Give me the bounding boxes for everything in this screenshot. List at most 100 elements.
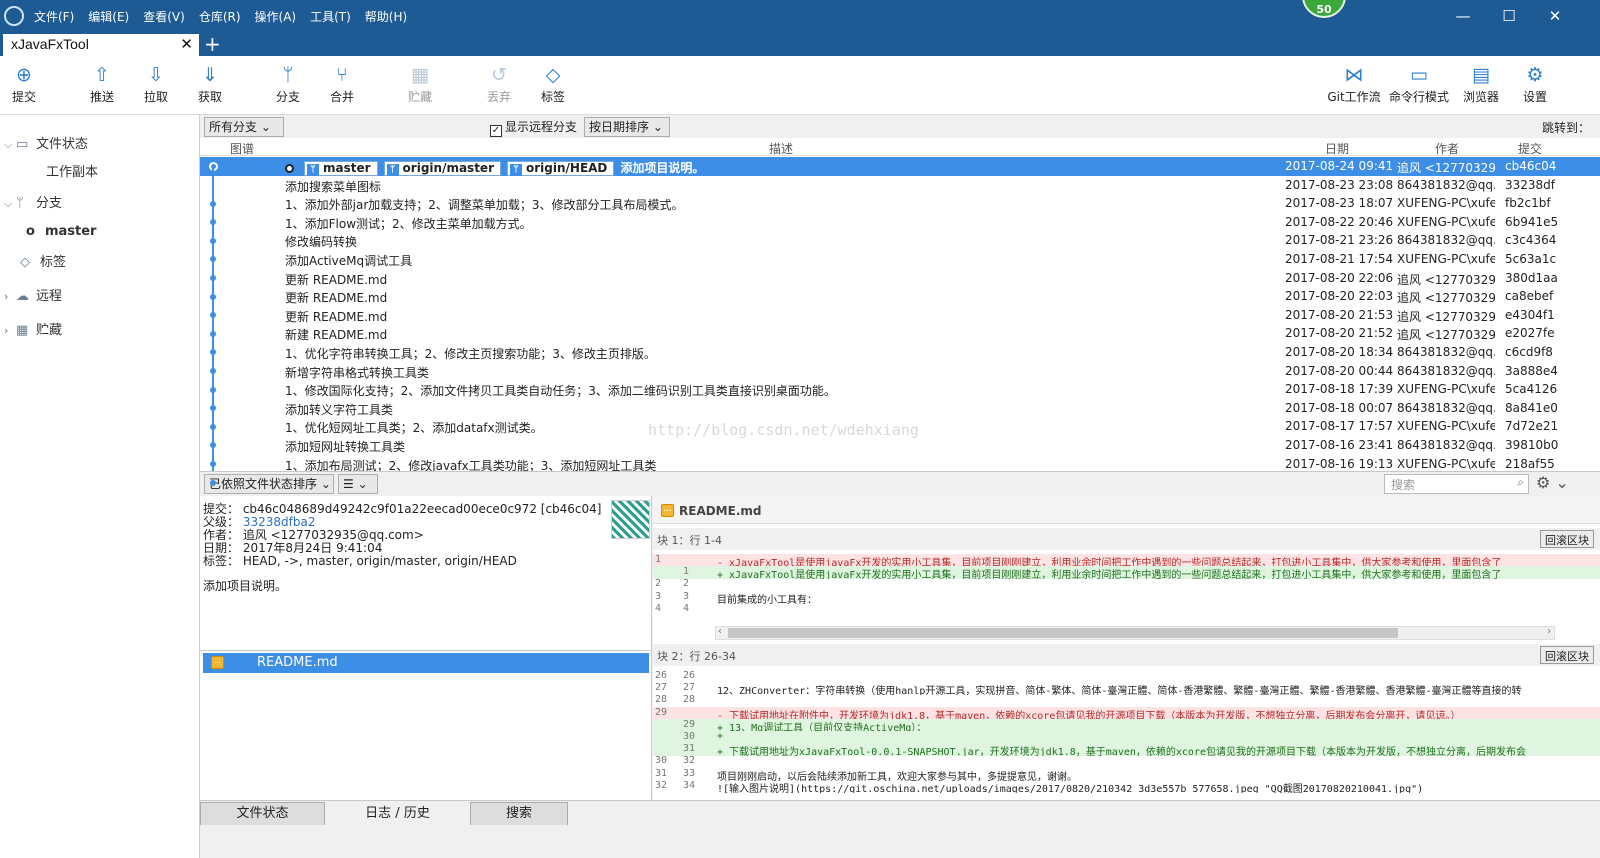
revert-hunk-button[interactable]: 回滚区块 [1540,530,1594,548]
menu-help[interactable]: 帮助(H) [365,8,407,25]
scroll-left-icon[interactable]: ‹ [717,626,723,637]
commit-date: 2017-08-21 23:26 [1285,233,1394,248]
commit-row[interactable]: 更新 README.md 2017-08-20 22:06 追风 <12770329… [200,269,1600,288]
commit-description: 添加短网址转换工具类 [285,439,406,454]
commit-hash: c3c4364 [1505,233,1557,248]
sidebar-file-status[interactable]: ⌵ ▭ 文件状态 [0,133,88,157]
horizontal-scrollbar[interactable]: ‹ › [715,626,1555,640]
commit-row[interactable]: 更新 README.md 2017-08-20 22:03 追风 <12770329… [200,287,1600,306]
menu-repository[interactable]: 仓库(R) [199,8,241,25]
browser-button[interactable]: ▤ 浏览器 [1453,62,1509,105]
revert-hunk-button[interactable]: 回滚区块 [1540,646,1594,664]
sidebar-branches[interactable]: ⌵ ᛘ 分支 [0,192,62,216]
col-description[interactable]: 描述 [769,140,793,157]
search-input[interactable]: 搜索 ⌕ [1384,474,1529,494]
scroll-right-icon[interactable]: › [1546,626,1552,637]
sidebar-tags[interactable]: ◇ 标签 [20,251,66,275]
menu-file[interactable]: 文件(F) [34,8,74,25]
file-row[interactable]: ... README.md [203,653,649,673]
chevron-down-icon[interactable]: ⌵ [4,133,16,157]
file-sort-bar: 已依照文件状态排序 ⌄ ☰ ⌄ 搜索 ⌕ ⚙ ⌄ [200,471,1600,496]
sidebar-branch-master[interactable]: o master [26,220,96,244]
gitflow-button[interactable]: ⋈ Git工作流 [1322,62,1386,105]
pull-button[interactable]: ⇩ 拉取 [128,62,184,105]
diff-line: 1 + xJavaFxTool是使用javaFx开发的实用小工具集，目前项目刚刚建… [653,566,1600,580]
merge-button[interactable]: ⑂ 合并 [314,62,370,105]
close-button[interactable]: ✕ [1532,0,1578,32]
commit-row[interactable]: 修改编码转换 2017-08-21 23:26 864381832@qq.c c3c4… [200,231,1600,250]
commit-row[interactable]: 1、修改国际化支持；2、添加文件拷贝工具类自动任务；3、添加二维码识别工具类直接… [200,380,1600,399]
commit-row[interactable]: 添加搜索菜单图标 2017-08-23 23:08 864381832@qq.c 33… [200,176,1600,195]
minimize-button[interactable]: — [1440,0,1486,32]
commit-hash: 3a888e4 [1505,363,1558,378]
discard-button[interactable]: ↺ 丢弃 [471,62,527,105]
chevron-right-icon[interactable]: › [4,285,16,309]
branch-ref-tag[interactable]: ᛘ origin/master [383,161,501,176]
stash-label: 贮藏 [407,90,432,104]
show-remote-checkbox[interactable]: ✓ 显示远程分支 [490,118,577,137]
app-logo-icon [4,6,24,26]
menu-edit[interactable]: 编辑(E) [88,8,129,25]
search-icon[interactable]: ⌕ [1517,475,1524,490]
commit-row[interactable]: 1、添加外部jar加载支持；2、调整菜单加载；3、修改部分工具布局模式。 2017… [200,194,1600,213]
commit-description: 更新 README.md [285,309,388,324]
scrollbar-thumb[interactable] [728,628,1398,638]
view-mode-dropdown[interactable]: ☰ ⌄ [338,474,378,494]
commit-row[interactable]: 1、添加Flow测试；2、修改主菜单加载方式。 2017-08-22 20:46 X… [200,213,1600,232]
commit-row[interactable]: 新增字符串格式转换工具类 2017-08-20 00:44 864381832@qq… [200,362,1600,381]
branch-filter-dropdown[interactable]: 所有分支 ⌄ [204,117,284,137]
settings-button[interactable]: ⚙ 设置 [1507,62,1563,105]
chevron-down-icon[interactable]: ⌵ [4,192,16,216]
tab-search[interactable]: 搜索 [470,802,568,826]
merge-icon: ⑂ [336,64,348,86]
graph-node-icon [210,200,216,207]
status-bar [200,825,1600,858]
changed-files: ... README.md [200,650,652,800]
sort-order-dropdown[interactable]: 按日期排序 ⌄ [584,117,670,137]
commit-button[interactable]: ⊕ 提交 [0,62,52,105]
add-tab-icon[interactable]: + [204,32,221,56]
menu-tools[interactable]: 工具(T) [310,8,351,25]
fetch-icon: ⇓ [202,64,218,86]
commit-row[interactable]: 添加ActiveMq调试工具 2017-08-21 17:54 XUFENG-PC\… [200,250,1600,269]
col-graph[interactable]: 图谱 [230,140,254,157]
col-commit[interactable]: 提交 [1518,140,1542,157]
fetch-button[interactable]: ⇓ 获取 [182,62,238,105]
push-button[interactable]: ⇧ 推送 [74,62,130,105]
options-gear-icon[interactable]: ⚙ ⌄ [1536,473,1569,492]
commit-row[interactable]: ᛘ master ᛘ origin/master ᛘ origin/HEAD 添加项目说明。… [200,157,1600,176]
commit-row[interactable]: 更新 README.md 2017-08-20 21:53 追风 <12770329… [200,306,1600,325]
branch-ref-tag[interactable]: ᛘ master [304,161,378,176]
modified-file-icon: ... [211,656,224,669]
commit-row[interactable]: 新建 README.md 2017-08-20 21:52 追风 <12770329… [200,324,1600,343]
branch-button[interactable]: ᛘ 分支 [260,62,316,105]
sidebar-stashes[interactable]: › ▦ 贮藏 [0,319,62,343]
menu-view[interactable]: 查看(V) [143,8,185,25]
stash-button[interactable]: ▦ 贮藏 [392,62,448,105]
jump-to-label[interactable]: 跳转到： [1542,119,1590,136]
notification-badge[interactable]: 50 [1302,0,1346,18]
terminal-button[interactable]: ▭ 命令行模式 [1386,62,1452,105]
maximize-button[interactable]: ☐ [1486,0,1532,32]
close-tab-icon[interactable]: ✕ [180,35,193,53]
tab-log-history[interactable]: 日志 / 历史 [330,802,465,826]
menu-actions[interactable]: 操作(A) [255,8,297,25]
commit-row[interactable]: 添加转义字符工具类 2017-08-18 00:07 864381832@qq.c 8… [200,399,1600,418]
graph-node-icon [210,237,216,244]
commit-author: XUFENG-PC\xufe [1397,196,1495,211]
repo-tab[interactable]: xJavaFxTool ✕ [3,34,199,56]
tag-button[interactable]: ◇ 标签 [525,62,581,105]
sidebar-working-copy[interactable]: 工作副本 [46,161,98,185]
branch-ref-tag[interactable]: ᛘ origin/HEAD [507,161,615,176]
file-sort-dropdown[interactable]: 已依照文件状态排序 ⌄ [204,474,334,494]
commit-row[interactable]: 1、添加布局测试；2、修改javafx工具类功能；3、添加短网址工具类 2017-… [200,455,1600,472]
chevron-right-icon[interactable]: › [4,319,16,343]
sidebar-remotes[interactable]: › ☁ 远程 [0,285,62,309]
stash-icon: ▦ [411,64,429,86]
commit-row[interactable]: 1、优化字符串转换工具；2、修改主页搜索功能；3、修改主页排版。 2017-08-… [200,343,1600,362]
tag-icon: ◇ [20,255,30,270]
col-author[interactable]: 作者 [1435,140,1459,157]
pull-label: 拉取 [143,90,168,104]
col-date[interactable]: 日期 [1325,140,1349,157]
tab-file-status[interactable]: 文件状态 [200,802,325,826]
